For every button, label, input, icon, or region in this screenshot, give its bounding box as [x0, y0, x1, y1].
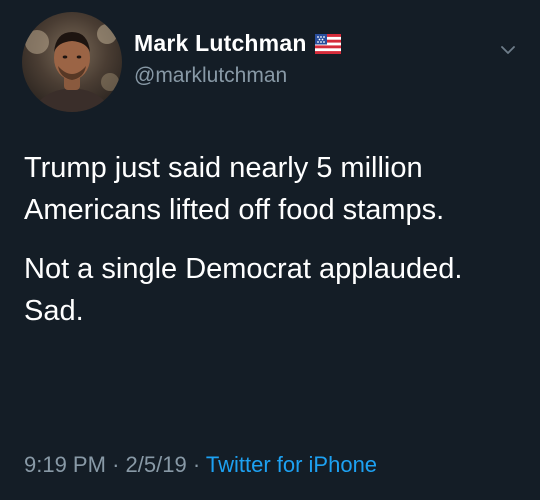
author-handle[interactable]: @marklutchman	[134, 64, 287, 88]
tweet-card: Mark Lutchman @marklutchman Trump just s…	[0, 0, 540, 500]
tweet-source-link[interactable]: Twitter for iPhone	[206, 452, 377, 477]
tweet-date[interactable]: 2/5/19	[126, 452, 187, 477]
meta-separator: ·	[192, 452, 201, 477]
chevron-down-icon[interactable]	[496, 38, 520, 62]
author-name-row: Mark Lutchman	[134, 30, 341, 57]
display-name[interactable]: Mark Lutchman	[134, 30, 307, 57]
tweet-text: Trump just said nearly 5 million America…	[24, 147, 504, 332]
meta-separator: ·	[112, 452, 120, 477]
tweet-metadata: 9:19 PM · 2/5/19 · Twitter for iPhone	[24, 452, 377, 478]
avatar-photo	[25, 24, 119, 112]
avatar[interactable]	[22, 12, 122, 112]
tweet-paragraph: Not a single Democrat applauded. Sad.	[24, 253, 463, 327]
us-flag-icon	[314, 33, 341, 54]
tweet-paragraph: Trump just said nearly 5 million America…	[24, 152, 445, 226]
tweet-time[interactable]: 9:19 PM	[24, 452, 106, 477]
